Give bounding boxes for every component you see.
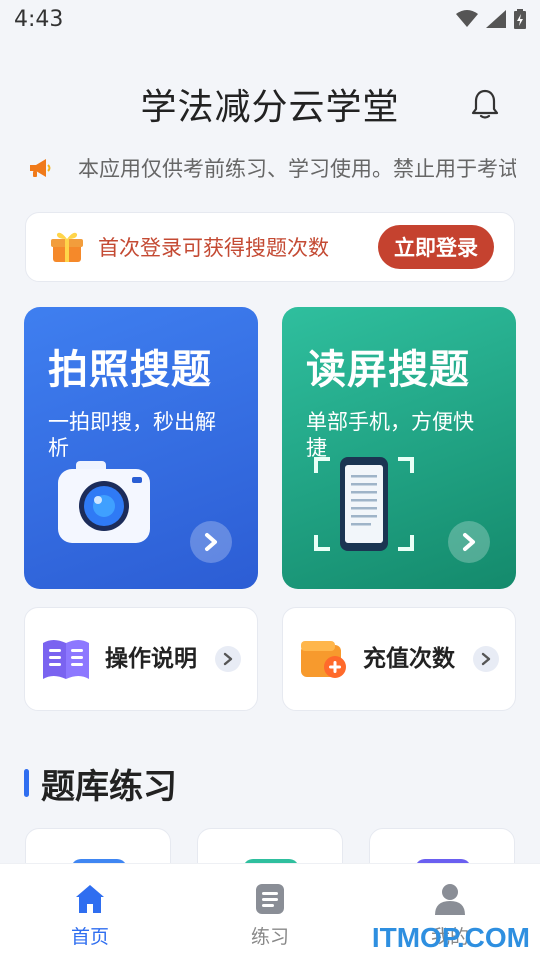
tab-home-label: 首页	[70, 925, 109, 948]
chevron-right-icon	[223, 652, 233, 666]
battery-icon	[514, 9, 526, 29]
tab-practice-label: 练习	[250, 925, 289, 948]
photo-search-card[interactable]: 拍照搜题 一拍即搜，秒出解析	[24, 307, 258, 589]
instructions-label: 操作说明	[105, 646, 197, 672]
status-icons	[456, 9, 526, 29]
profile-icon	[435, 883, 465, 915]
tab-practice[interactable]: 练习	[180, 864, 360, 960]
recharge-label: 充值次数	[363, 646, 455, 672]
recharge-tile[interactable]: 充值次数	[282, 607, 516, 711]
login-banner[interactable]: 首次登录可获得搜题次数 立即登录	[25, 212, 515, 282]
status-time: 4:43	[14, 6, 64, 32]
instructions-tile[interactable]: 操作说明	[24, 607, 258, 711]
notice-text: 本应用仅供考前练习、学习使用。禁止用于考试作弊	[78, 157, 516, 181]
chevron-right-icon	[463, 533, 475, 551]
screen-search-subtitle: 单部手机，方便快捷	[306, 410, 474, 460]
tab-home[interactable]: 首页	[0, 864, 180, 960]
login-button[interactable]: 立即登录	[378, 225, 494, 269]
book-icon	[43, 640, 89, 679]
chevron-right-icon	[205, 533, 217, 551]
home-icon	[76, 884, 104, 913]
watermark: ITMOP.COM	[371, 922, 530, 953]
gift-icon	[51, 232, 83, 262]
practice-icon	[256, 883, 284, 914]
screen-search-title: 读屏搜题	[306, 347, 470, 393]
signal-icon	[486, 10, 506, 28]
bell-icon[interactable]	[470, 88, 500, 120]
chevron-right-icon	[481, 652, 491, 666]
section-title: 题库练习	[41, 766, 177, 807]
notice-bar: 本应用仅供考前练习、学习使用。禁止用于考试作弊	[28, 150, 516, 186]
instructions-chevron[interactable]	[215, 646, 241, 672]
screen-search-card[interactable]: 读屏搜题 单部手机，方便快捷	[282, 307, 516, 589]
login-banner-text: 首次登录可获得搜题次数	[98, 236, 329, 260]
photo-search-title: 拍照搜题	[48, 347, 212, 393]
section-accent-bar	[24, 769, 29, 797]
recharge-chevron[interactable]	[473, 646, 499, 672]
question-bank-section: 题库练习	[24, 760, 177, 807]
photo-search-subtitle: 一拍即搜，秒出解析	[48, 410, 216, 460]
app-title: 学法减分云学堂	[140, 87, 400, 128]
photo-search-arrow[interactable]	[190, 521, 232, 563]
wifi-icon	[456, 10, 478, 27]
camera-icon	[58, 461, 150, 543]
status-bar: 4:43	[0, 0, 540, 38]
screen-search-arrow[interactable]	[448, 521, 490, 563]
app-header: 学法减分云学堂	[0, 76, 540, 132]
phone-scan-icon	[314, 457, 414, 551]
wallet-plus-icon	[301, 641, 346, 678]
megaphone-icon	[30, 159, 51, 177]
